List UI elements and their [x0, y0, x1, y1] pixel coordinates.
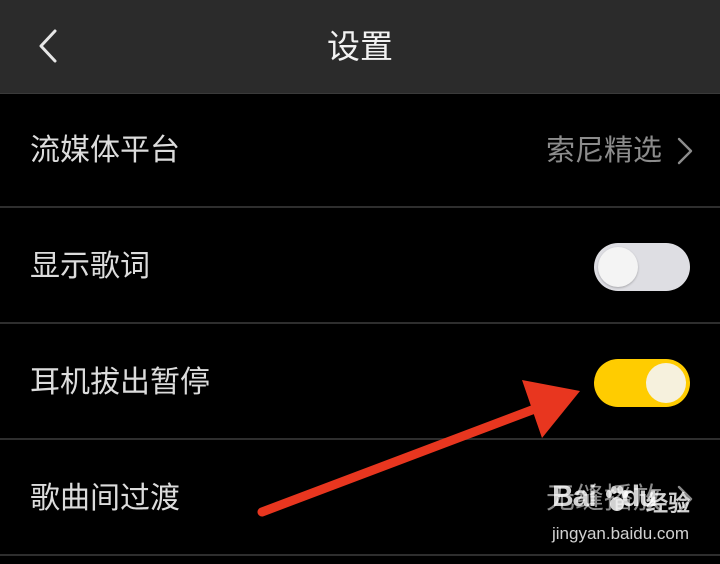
setting-row-streaming-platform[interactable]: 流媒体平台 索尼精选	[0, 93, 720, 208]
chevron-right-icon	[677, 137, 693, 165]
top-bar: 设置	[0, 0, 720, 94]
setting-row-headphone-pause: 耳机拔出暂停	[0, 325, 720, 440]
setting-label: 流媒体平台	[30, 133, 180, 168]
toggle-knob	[646, 363, 686, 403]
setting-value: 索尼精选	[545, 133, 662, 167]
setting-row-song-transition[interactable]: 歌曲间过渡 无缝播放	[0, 441, 720, 556]
setting-label: 显示歌词	[30, 249, 150, 284]
setting-value: 无缝播放	[545, 481, 662, 515]
setting-label: 耳机拔出暂停	[30, 365, 210, 400]
headphone-pause-toggle[interactable]	[594, 359, 690, 407]
chevron-right-icon	[677, 485, 693, 513]
setting-row-show-lyrics: 显示歌词	[0, 209, 720, 324]
setting-label: 歌曲间过渡	[30, 481, 180, 516]
show-lyrics-toggle[interactable]	[594, 243, 690, 291]
toggle-knob	[598, 247, 638, 287]
page-title: 设置	[327, 27, 393, 66]
